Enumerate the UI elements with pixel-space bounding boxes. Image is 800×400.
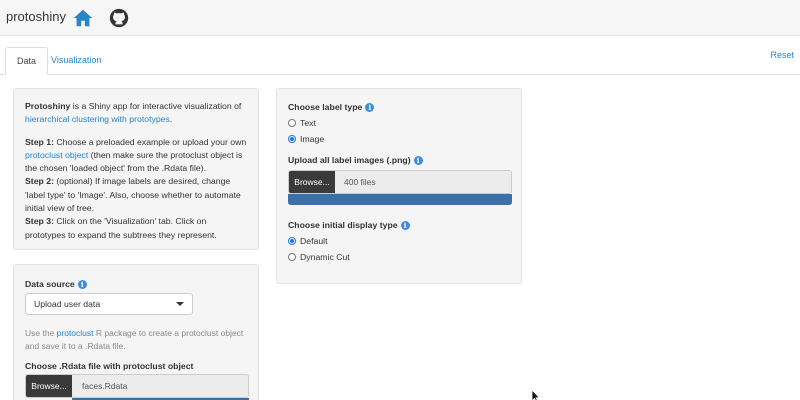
- radio-label: Image: [300, 134, 325, 144]
- app-brand[interactable]: protoshiny: [6, 9, 66, 24]
- info-icon[interactable]: i: [413, 156, 423, 165]
- help-prefix: Use the: [25, 328, 57, 338]
- step3-label: Step 3:: [25, 216, 54, 227]
- radio-label: Text: [300, 118, 316, 128]
- info-icon[interactable]: i: [77, 280, 87, 289]
- step2-text: (optional) If image labels are desired, …: [25, 176, 241, 214]
- upload-images-label-text: Upload all label images (.png): [288, 155, 411, 165]
- data-source-selected: Upload user data: [34, 299, 101, 309]
- reset-link[interactable]: Reset: [770, 50, 794, 60]
- protoclust-link[interactable]: protoclust: [57, 328, 94, 338]
- radio-label: Default: [300, 236, 328, 246]
- upload-images-label: Upload all label images (.png) i: [288, 155, 423, 165]
- label-type-label: Choose label type i: [288, 102, 375, 112]
- radio-button[interactable]: [288, 237, 296, 245]
- info-icon[interactable]: i: [365, 103, 375, 112]
- data-source-panel: Data source i Upload user data Use the pr…: [13, 264, 259, 400]
- display-type-label: Choose initial display type i: [288, 220, 410, 230]
- label-options-panel: Choose label type i Text Image Upload all…: [276, 88, 522, 284]
- protoclust-object-link[interactable]: protoclust object: [25, 150, 88, 160]
- image-file-count: 400 files: [344, 177, 376, 187]
- rdata-file-label: Choose .Rdata file with protoclust objec…: [25, 361, 194, 371]
- radio-button[interactable]: [288, 253, 296, 261]
- data-source-label: Data source i: [25, 279, 87, 289]
- step2-label: Step 2:: [25, 176, 54, 187]
- tab-visualization[interactable]: Visualization: [40, 47, 112, 75]
- image-upload-progress-bar: [288, 194, 512, 205]
- step3-text: Click on the 'Visualization' tab. Click …: [25, 216, 217, 240]
- rdata-file-name: faces.Rdata: [82, 381, 128, 391]
- github-icon[interactable]: [108, 7, 130, 29]
- step1-text: Choose a preloaded example or upload you…: [53, 136, 247, 147]
- data-source-label-text: Data source: [25, 279, 75, 289]
- radio-button[interactable]: [288, 135, 296, 143]
- radio-button[interactable]: [288, 119, 296, 127]
- label-type-label-text: Choose label type: [288, 102, 363, 112]
- step1-label: Step 1:: [25, 136, 54, 147]
- steps-text: Step 1: Choose a preloaded example or up…: [25, 136, 247, 242]
- display-type-label-text: Choose initial display type: [288, 220, 398, 230]
- data-source-help: Use the protoclust R package to create a…: [25, 327, 250, 353]
- hierarchical-clustering-link[interactable]: hierarchical clustering with prototypes: [25, 114, 170, 124]
- rdata-file-input[interactable]: Browse... faces.Rdata: [25, 374, 249, 398]
- intro-period: .: [169, 114, 173, 125]
- navbar: protoshiny: [0, 0, 800, 36]
- intro-line: is a Shiny app for interactive visualiza…: [70, 101, 242, 111]
- radio-label: Dynamic Cut: [300, 252, 350, 262]
- browse-button[interactable]: Browse...: [26, 375, 72, 397]
- intro-text: Protoshiny is a Shiny app for interactiv…: [25, 100, 247, 127]
- mouse-cursor-icon: [531, 389, 541, 400]
- intro-panel: Protoshiny is a Shiny app for interactiv…: [13, 88, 259, 250]
- app-name: Protoshiny: [25, 101, 71, 111]
- image-files-input[interactable]: Browse... 400 files: [288, 170, 512, 194]
- data-source-select[interactable]: Upload user data: [25, 293, 193, 315]
- tab-bar: Data Visualization: [0, 47, 800, 75]
- browse-button[interactable]: Browse...: [289, 171, 335, 193]
- chevron-down-icon: [176, 302, 184, 306]
- home-icon[interactable]: [72, 7, 94, 29]
- info-icon[interactable]: i: [400, 221, 410, 230]
